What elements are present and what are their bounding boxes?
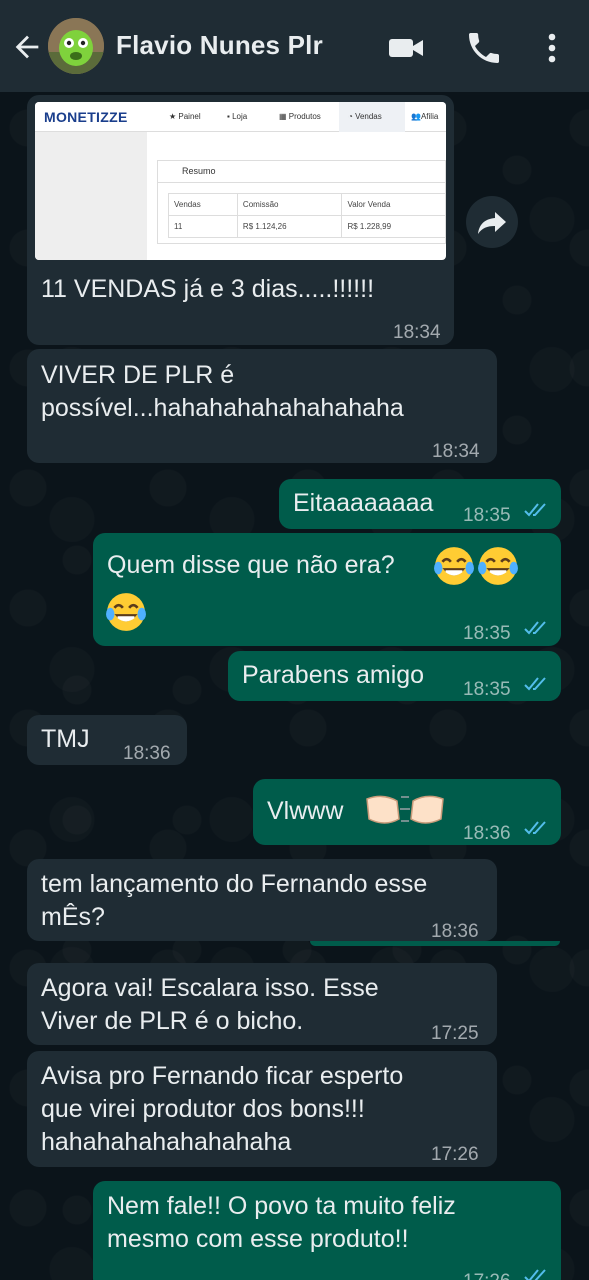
message-outgoing[interactable]: Parabens amigo 18:35 [228, 651, 561, 701]
summary-panel: Resumo Vendas Comissão Valor Venda 11 R$… [157, 160, 446, 244]
message-time: 18:35 [463, 623, 511, 644]
monetizze-logo: MONETIZZE [44, 109, 128, 125]
message-text: VIVER DE PLR é possível...hahahahahahaha… [41, 361, 404, 422]
message-text: Vlwww [267, 797, 344, 825]
message-time: 17:26 [463, 1265, 511, 1280]
tears-of-joy-emoji-icon [434, 547, 474, 585]
message-time: 18:36 [123, 743, 171, 764]
shared-screenshot-image[interactable]: MONETIZZE ★ Painel ▪ Loja ▦ Produtos ◔ V… [35, 102, 446, 260]
message-incoming[interactable]: TMJ 18:36 [27, 715, 187, 765]
forward-icon [478, 212, 506, 234]
message-time: 18:36 [463, 823, 511, 844]
read-ticks-icon [524, 621, 546, 635]
nav-loja: ▪ Loja [227, 112, 248, 121]
nav-vendas: ◔ Vendas [348, 112, 382, 121]
message-outgoing[interactable]: Nem fale!! O povo ta muito feliz mesmo c… [93, 1181, 561, 1280]
read-ticks-icon [524, 503, 546, 517]
avatar-image [48, 18, 104, 74]
col-valor-venda: Valor Venda [341, 193, 446, 216]
read-ticks-icon [524, 677, 546, 691]
message-outgoing[interactable]: Vlwww 18:36 [253, 779, 561, 845]
message-incoming[interactable]: tem lançamento do Fernando esse mÊs? 18:… [27, 859, 497, 942]
fist-bump-emoji-icon [366, 795, 444, 824]
nav-produtos: ▦ Produtos [279, 112, 321, 121]
message-incoming[interactable]: Avisa pro Fernando ficar esperto que vir… [27, 1051, 497, 1167]
message-time: 18:35 [463, 505, 511, 526]
message-incoming[interactable]: Agora vai! Escalara isso. Esse Viver de … [27, 963, 497, 1045]
forward-button[interactable] [466, 196, 518, 248]
message-text: 11 VENDAS já e 3 dias.....!!!!!! [41, 275, 375, 303]
message-time: 18:34 [393, 322, 441, 343]
message-text: Parabens amigo [242, 661, 425, 689]
message-time: 17:25 [431, 1023, 479, 1044]
quoted-message-edge [310, 941, 560, 946]
message-text: Agora vai! Escalara isso. Esse Viver de … [41, 974, 379, 1035]
col-comissao: Comissão [236, 193, 343, 216]
read-ticks-icon [524, 821, 546, 835]
message-outgoing[interactable]: Eitaaaaaaaa 18:35 [279, 479, 561, 529]
message-text: Quem disse que não era? [107, 551, 395, 579]
table-header-row: Vendas Comissão Valor Venda [168, 193, 446, 216]
message-outgoing[interactable]: Quem disse que não era? 18:35 [93, 533, 561, 646]
back-arrow-icon[interactable] [10, 30, 44, 64]
message-text: tem lançamento do Fernando esse mÊs? [41, 870, 428, 931]
message-time: 18:34 [432, 441, 480, 462]
read-ticks-icon [524, 1269, 546, 1280]
chat-header: Flavio Nunes Plr [0, 0, 589, 92]
cell-vendas: 11 [168, 215, 238, 238]
more-options-icon[interactable] [532, 28, 572, 68]
phone-icon[interactable] [464, 28, 504, 68]
message-text: Nem fale!! O povo ta muito feliz mesmo c… [107, 1192, 456, 1253]
message-text: TMJ [41, 725, 90, 753]
message-time: 17:26 [431, 1144, 479, 1165]
contact-name[interactable]: Flavio Nunes Plr [116, 30, 323, 61]
nav-painel: ★ Painel [169, 112, 201, 121]
tears-of-joy-emoji-icon [106, 593, 146, 631]
cell-comissao: R$ 1.124,26 [236, 215, 343, 238]
video-call-icon[interactable] [386, 28, 426, 68]
avatar[interactable] [48, 18, 104, 74]
panel-title: Resumo [158, 161, 446, 183]
message-text: Eitaaaaaaaa [293, 489, 434, 517]
message-incoming[interactable]: VIVER DE PLR é possível...hahahahahahaha… [27, 349, 497, 463]
tears-of-joy-emoji-icon [478, 547, 518, 585]
col-vendas: Vendas [168, 193, 238, 216]
nav-afiliados: 👥Afilia [411, 112, 439, 121]
summary-table: Vendas Comissão Valor Venda 11 R$ 1.124,… [168, 193, 446, 238]
table-row: 11 R$ 1.124,26 R$ 1.228,99 [168, 215, 446, 238]
message-time: 18:35 [463, 679, 511, 700]
screenshot-navbar: MONETIZZE ★ Painel ▪ Loja ▦ Produtos ◔ V… [35, 102, 446, 132]
screenshot-sidebar [35, 132, 147, 260]
cell-valor-venda: R$ 1.228,99 [341, 215, 446, 238]
message-text: Avisa pro Fernando ficar esperto que vir… [41, 1062, 404, 1156]
